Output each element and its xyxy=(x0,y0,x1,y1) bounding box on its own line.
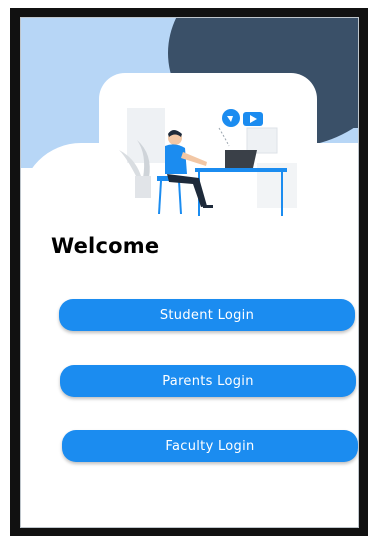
faculty-login-button[interactable]: Faculty Login xyxy=(62,430,358,462)
welcome-heading: Welcome xyxy=(51,234,160,258)
student-at-desk-illustration xyxy=(119,108,297,216)
student-login-button[interactable]: Student Login xyxy=(59,299,355,331)
parents-login-button[interactable]: Parents Login xyxy=(60,365,356,397)
app-screen: Welcome Student Login Parents Login Facu… xyxy=(20,17,359,528)
screenshot-frame: Welcome Student Login Parents Login Facu… xyxy=(10,8,368,536)
